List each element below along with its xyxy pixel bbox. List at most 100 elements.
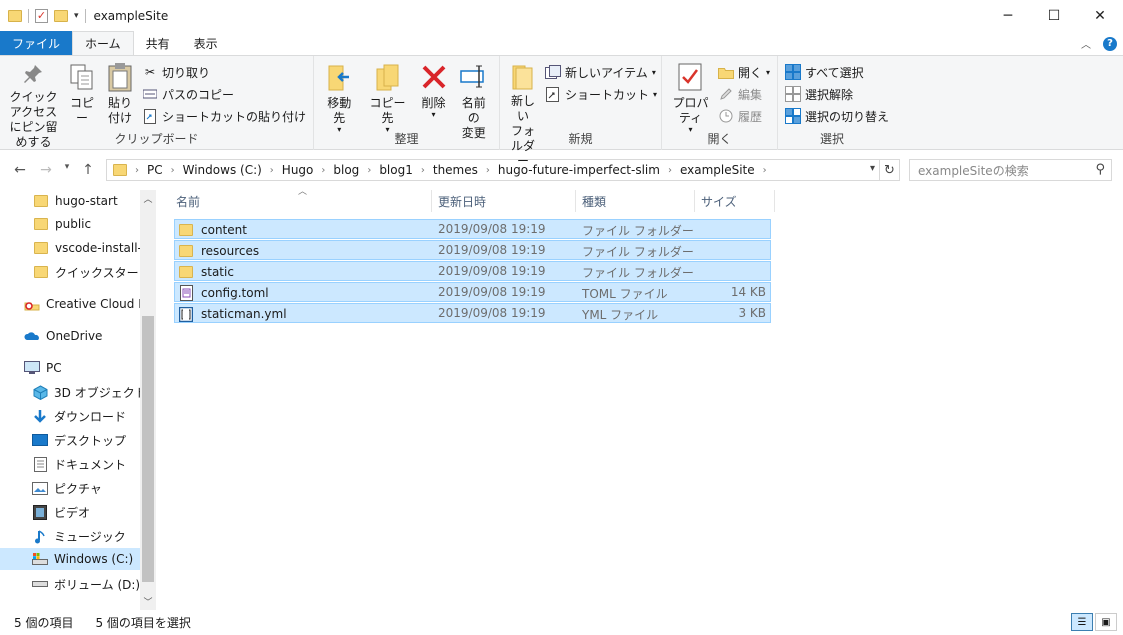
ribbon: クイック アクセス にピン留めする コピー 貼り付け ✂ 切り取り パスのコピー: [0, 56, 1123, 168]
maximize-button[interactable]: ☐: [1031, 0, 1077, 32]
sidebar-item-vscode-install[interactable]: vscode-install-w: [0, 237, 140, 259]
chevron-right-icon[interactable]: ›: [135, 165, 139, 176]
tab-home[interactable]: ホーム: [72, 31, 134, 55]
chevron-right-icon[interactable]: ›: [270, 165, 274, 176]
sidebar-item-videos[interactable]: ビデオ: [0, 501, 140, 523]
chevron-right-icon[interactable]: ›: [321, 165, 325, 176]
large-icons-view-button[interactable]: ▣: [1095, 613, 1117, 631]
scroll-down-icon[interactable]: ﹀: [140, 595, 156, 608]
sidebar-item-label: 3D オブジェクト: [54, 385, 140, 400]
navigation-scrollbar[interactable]: ︿ ﹀: [140, 190, 156, 610]
file-date: 2019/09/08 19:19: [438, 306, 546, 320]
refresh-button[interactable]: ↻: [880, 159, 900, 181]
scrollbar-thumb[interactable]: [142, 316, 154, 582]
select-all-button[interactable]: すべて選択: [782, 62, 892, 82]
column-header-size[interactable]: サイズ: [695, 190, 775, 212]
history-button[interactable]: 履歴: [715, 106, 773, 126]
sidebar-item-desktop[interactable]: デスクトップ: [0, 429, 140, 451]
sidebar-item-public[interactable]: public: [0, 213, 140, 235]
file-type: ファイル フォルダー: [582, 266, 694, 280]
column-header-type[interactable]: 種類: [576, 190, 695, 212]
selected-count: 5 個の項目を選択: [95, 616, 191, 630]
scroll-up-icon[interactable]: ︿: [140, 192, 156, 205]
invert-selection-button[interactable]: 選択の切り替え: [782, 106, 892, 126]
forward-arrow-icon[interactable]: →: [34, 162, 58, 178]
sidebar-item-music[interactable]: ミュージック: [0, 525, 140, 547]
open-label: 開く: [737, 65, 762, 80]
file-row[interactable]: staticman.yml 2019/09/08 19:19 YML ファイル …: [174, 303, 771, 323]
sidebar-item-documents[interactable]: ドキュメント: [0, 453, 140, 475]
folder-icon: [33, 194, 49, 208]
search-input[interactable]: exampleSiteの検索 ⚲: [909, 159, 1112, 181]
breadcrumb-theme[interactable]: hugo-future-imperfect-slim: [498, 163, 660, 177]
sidebar-item-quickstart[interactable]: クイックスタート: [0, 261, 140, 283]
copy-to-label: コピー先: [369, 96, 406, 125]
address-dropdown-icon[interactable]: ▾: [870, 163, 875, 174]
file-date: 2019/09/08 19:19: [438, 285, 546, 299]
file-row[interactable]: content 2019/09/08 19:19 ファイル フォルダー: [174, 219, 771, 239]
column-header-name[interactable]: 名前 ︿: [170, 187, 432, 212]
invert-selection-icon: [785, 108, 801, 124]
up-arrow-icon[interactable]: ↑: [76, 162, 100, 178]
new-folder-icon[interactable]: [54, 10, 68, 22]
folder-icon: [8, 10, 22, 22]
select-none-button[interactable]: 選択解除: [782, 84, 892, 104]
chevron-right-icon[interactable]: ›: [367, 165, 371, 176]
tab-view[interactable]: 表示: [182, 32, 230, 55]
file-type: YML ファイル: [582, 308, 659, 322]
shortcut-icon: [545, 86, 561, 102]
sidebar-item-hugo-start[interactable]: hugo-start: [0, 190, 140, 212]
column-header-date[interactable]: 更新日時: [432, 190, 576, 212]
file-row[interactable]: static 2019/09/08 19:19 ファイル フォルダー: [174, 261, 771, 281]
sidebar-item-pc[interactable]: PC: [0, 357, 140, 379]
customize-dropdown-icon[interactable]: ▾: [74, 11, 79, 21]
edit-button[interactable]: 編集: [715, 84, 773, 104]
paste-shortcut-button[interactable]: ショートカットの貼り付け: [139, 106, 309, 126]
properties-icon[interactable]: ✓: [35, 9, 48, 23]
chevron-right-icon[interactable]: ›: [668, 165, 672, 176]
sidebar-item-label: OneDrive: [46, 329, 103, 343]
sidebar-item-label: ドキュメント: [54, 457, 127, 472]
breadcrumb-windows-c[interactable]: Windows (C:): [183, 163, 262, 177]
close-button[interactable]: ✕: [1077, 0, 1123, 32]
address-bar[interactable]: › PC › Windows (C:) › Hugo › blog › blog…: [106, 159, 880, 181]
sidebar-item-windows-c[interactable]: Windows (C:): [0, 548, 140, 570]
paste-label: 貼り付け: [107, 96, 132, 125]
breadcrumb-examplesite[interactable]: exampleSite: [680, 163, 755, 177]
open-button[interactable]: 開く ▾: [715, 62, 773, 82]
breadcrumb-pc[interactable]: PC: [147, 163, 163, 177]
sidebar-item-3d-objects[interactable]: 3D オブジェクト: [0, 381, 140, 403]
rename-icon: [459, 62, 489, 92]
back-arrow-icon[interactable]: ←: [8, 162, 32, 178]
help-icon[interactable]: ?: [1103, 36, 1117, 51]
collapse-ribbon-icon[interactable]: ︿: [1081, 36, 1091, 51]
shortcut-dropdown-icon: ▾: [653, 89, 658, 99]
copy-path-button[interactable]: パスのコピー: [139, 84, 309, 104]
details-view-button[interactable]: ☰: [1071, 613, 1093, 631]
breadcrumb-themes[interactable]: themes: [433, 163, 478, 177]
minimize-button[interactable]: ─: [985, 0, 1031, 32]
tab-file[interactable]: ファイル: [0, 31, 73, 55]
tab-share[interactable]: 共有: [134, 32, 182, 55]
file-row[interactable]: resources 2019/09/08 19:19 ファイル フォルダー: [174, 240, 771, 260]
cut-button[interactable]: ✂ 切り取り: [139, 62, 309, 82]
sidebar-item-onedrive[interactable]: OneDrive: [0, 325, 140, 347]
chevron-right-icon[interactable]: ›: [763, 165, 767, 176]
sidebar-item-creative-cloud[interactable]: Creative Cloud File: [0, 293, 140, 315]
file-row[interactable]: config.toml 2019/09/08 19:19 TOML ファイル 1…: [174, 282, 771, 302]
shortcut-button[interactable]: ショートカット ▾: [542, 84, 660, 104]
sidebar-item-label: ボリューム (D:): [54, 577, 140, 592]
breadcrumb-hugo[interactable]: Hugo: [282, 163, 314, 177]
new-item-button[interactable]: 新しいアイテム ▾: [542, 62, 660, 82]
recent-locations-icon[interactable]: ▾: [60, 162, 74, 178]
chevron-right-icon[interactable]: ›: [171, 165, 175, 176]
sidebar-item-label: hugo-start: [55, 194, 118, 208]
sidebar-item-downloads[interactable]: ダウンロード: [0, 405, 140, 427]
sidebar-item-volume-d[interactable]: ボリューム (D:): [0, 573, 140, 595]
title-bar: ✓ ▾ exampleSite ─ ☐ ✕: [0, 0, 1123, 32]
breadcrumb-blog[interactable]: blog: [333, 163, 359, 177]
chevron-right-icon[interactable]: ›: [486, 165, 490, 176]
chevron-right-icon[interactable]: ›: [421, 165, 425, 176]
sidebar-item-pictures[interactable]: ピクチャ: [0, 477, 140, 499]
breadcrumb-blog1[interactable]: blog1: [379, 163, 413, 177]
